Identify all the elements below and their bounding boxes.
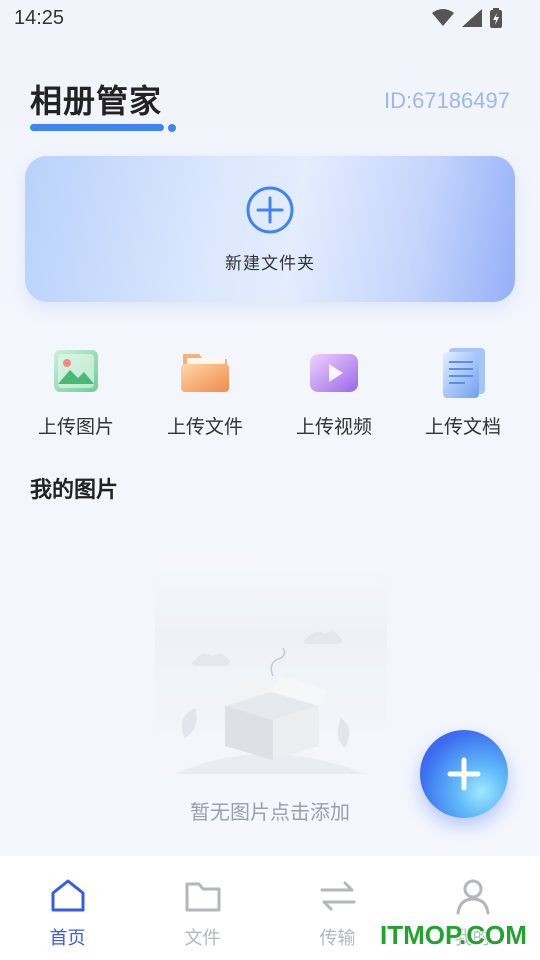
new-folder-label: 新建文件夹 xyxy=(225,253,315,274)
nav-item-home[interactable]: 首页 xyxy=(0,856,135,960)
video-icon xyxy=(310,354,358,392)
upload-actions: 上传图片 上传文件 上传视频 上传文档 xyxy=(0,340,540,440)
nav-label-files: 文件 xyxy=(184,928,221,949)
app-title: 相册管家 xyxy=(30,82,163,120)
add-fab-button[interactable] xyxy=(420,730,508,818)
folder-icon xyxy=(181,354,229,392)
watermark: ITMOP.COM xyxy=(380,920,527,950)
nav-label-transfer: 传输 xyxy=(319,928,356,949)
document-icon xyxy=(443,348,485,398)
battery-icon xyxy=(490,8,502,28)
plus-icon xyxy=(447,757,481,791)
upload-file-label: 上传文件 xyxy=(166,416,243,438)
add-circle-icon xyxy=(246,186,294,233)
new-folder-button[interactable]: 新建文件夹 xyxy=(25,156,515,302)
my-pictures-title: 我的图片 xyxy=(30,478,119,503)
user-icon xyxy=(456,879,489,915)
upload-file-button[interactable]: 上传文件 xyxy=(145,340,265,439)
upload-image-label: 上传图片 xyxy=(37,416,114,438)
status-bar: 14:25 xyxy=(0,0,540,36)
signal-icon xyxy=(462,9,482,27)
wifi-icon xyxy=(432,9,454,26)
upload-video-label: 上传视频 xyxy=(295,416,372,438)
status-time: 14:25 xyxy=(14,6,65,29)
transfer-icon xyxy=(320,881,355,911)
upload-video-button[interactable]: 上传视频 xyxy=(274,340,394,439)
status-icons xyxy=(432,8,502,28)
header: 相册管家 ID:67186497 xyxy=(30,72,510,136)
folder-icon xyxy=(185,882,220,912)
upload-document-label: 上传文档 xyxy=(424,416,501,438)
home-icon xyxy=(51,879,84,912)
nav-label-home: 首页 xyxy=(49,928,86,949)
title-dot xyxy=(168,124,176,132)
upload-image-button[interactable]: 上传图片 xyxy=(16,340,136,439)
upload-document-button[interactable]: 上传文档 xyxy=(403,340,523,439)
title-underline xyxy=(30,124,164,131)
image-icon xyxy=(54,350,98,392)
empty-box-illustration xyxy=(155,538,387,780)
user-id: ID:67186497 xyxy=(384,88,510,113)
nav-item-files[interactable]: 文件 xyxy=(135,856,270,960)
